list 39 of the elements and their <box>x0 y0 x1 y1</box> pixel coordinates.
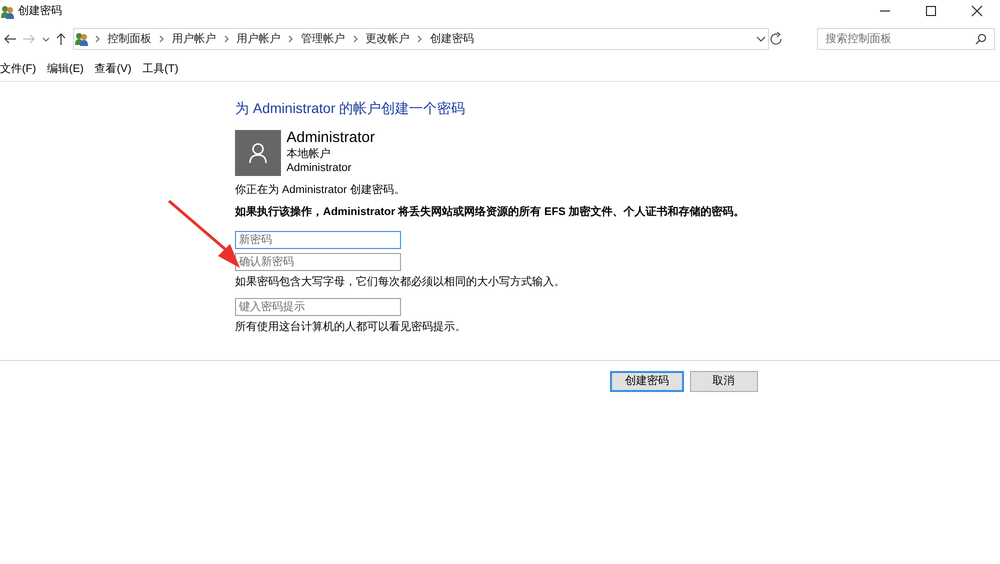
create-password-button[interactable]: 创建密码 <box>610 370 684 392</box>
address-bar[interactable]: 控制面板 用户帐户 用户帐户 管理帐户 更改帐户 创建密码 <box>72 28 769 50</box>
breadcrumb[interactable]: 更改帐户 <box>362 30 412 48</box>
input-field[interactable]: 新密码 <box>235 231 401 250</box>
account-username: Administrator <box>286 161 352 176</box>
window-title: 创建密码 <box>18 4 62 19</box>
search-field[interactable]: 搜索控制面板 <box>816 28 994 50</box>
back-icon[interactable] <box>2 33 17 45</box>
hint-text: 所有使用这台计算机的人都可以看见密码提示。 <box>235 320 467 336</box>
breadcrumb[interactable]: 控制面板 <box>104 30 154 48</box>
chevron-icon <box>224 35 229 43</box>
cancel-button[interactable]: 取消 <box>690 370 758 392</box>
account-type: 本地帐户 <box>286 146 332 162</box>
breadcrumb[interactable]: 用户帐户 <box>169 30 219 48</box>
hint-text: 如果密码包含大写字母，它们每次都必须以相同的大小写方式输入。 <box>235 274 566 290</box>
up-icon[interactable] <box>55 32 68 46</box>
menu-item[interactable]: 编辑(E) <box>47 61 84 78</box>
menu-item[interactable]: 工具(T) <box>142 61 178 78</box>
input-field[interactable]: 键入密码提示 <box>235 298 401 316</box>
chevron-icon <box>159 35 164 43</box>
dropdown-icon[interactable] <box>754 34 768 44</box>
breadcrumb[interactable]: 创建密码 <box>427 30 477 48</box>
page-heading: 为 Administrator 的帐户创建一个密码 <box>235 99 466 118</box>
chevron-icon <box>94 35 100 43</box>
breadcrumb[interactable]: 用户帐户 <box>234 30 284 48</box>
chevron-icon <box>417 35 422 43</box>
users-icon <box>74 31 90 47</box>
chevron-icon <box>352 35 358 43</box>
menu-item[interactable]: 文件(F) <box>0 61 36 78</box>
avatar <box>235 130 281 176</box>
warning-text: 如果执行该操作，Administrator 将丢失网站或网络资源的所有 EFS 加密文件、个人证书和存储的密码。 <box>235 204 746 220</box>
search-icon[interactable] <box>974 33 986 45</box>
input-field[interactable]: 确认新密码 <box>235 253 401 272</box>
menu-item[interactable]: 查看(V) <box>94 61 132 78</box>
chevron-icon <box>288 35 294 43</box>
account-name: Administrator <box>286 130 375 146</box>
info-text: 你正在为 Administrator 创建密码。 <box>235 182 406 198</box>
breadcrumb[interactable]: 管理帐户 <box>298 30 348 48</box>
users-icon <box>0 4 15 18</box>
